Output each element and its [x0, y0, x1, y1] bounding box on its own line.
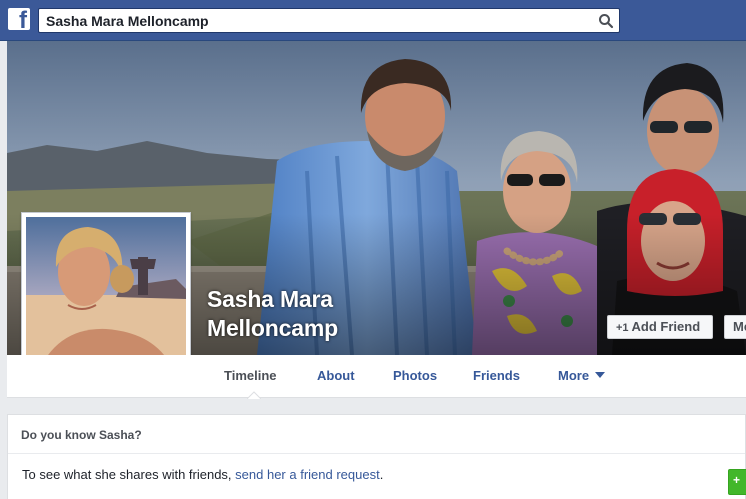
panel-heading: Do you know Sasha? [21, 428, 142, 442]
panel-text: To see what she shares with friends, sen… [22, 467, 383, 482]
message-label: Me [733, 319, 746, 334]
profile-name-line1: Sasha Mara [207, 286, 333, 312]
tab-more-label: More [558, 368, 590, 383]
profile-name-line2: Melloncamp [207, 315, 338, 341]
tab-more[interactable]: More [558, 368, 606, 383]
tab-about[interactable]: About [317, 368, 355, 383]
search-input[interactable]: Sasha Mara Melloncamp [38, 8, 620, 33]
tab-timeline[interactable]: Timeline [224, 368, 277, 383]
search-icon[interactable] [598, 13, 614, 29]
panel-text-prefix: To see what she shares with friends, [22, 467, 236, 482]
chevron-down-icon [595, 372, 606, 378]
tab-photos[interactable]: Photos [393, 368, 437, 383]
top-navigation-bar: f Sasha Mara Melloncamp [0, 0, 746, 41]
add-friend-label: Add Friend [631, 319, 701, 334]
panel-divider [8, 453, 745, 454]
friend-request-panel: Do you know Sasha? To see what she share… [7, 414, 746, 499]
add-friend-icon: +1 [616, 322, 629, 334]
send-friend-request-link[interactable]: send her a friend request [235, 467, 380, 482]
message-button[interactable]: Me [724, 315, 746, 339]
tab-friends[interactable]: Friends [473, 368, 520, 383]
profile-name[interactable]: Sasha Mara Melloncamp [207, 285, 338, 343]
panel-text-suffix: . [379, 467, 384, 482]
add-friend-green-button[interactable]: + [728, 469, 746, 495]
facebook-logo-icon[interactable]: f [8, 8, 30, 33]
add-friend-button[interactable]: +1 Add Friend [607, 315, 713, 339]
active-tab-pointer-icon [247, 391, 261, 399]
profile-tab-bar: Timeline About Photos Friends More [7, 355, 746, 398]
add-friend-plus-icon: + [733, 473, 741, 487]
search-input-value: Sasha Mara Melloncamp [46, 13, 209, 29]
